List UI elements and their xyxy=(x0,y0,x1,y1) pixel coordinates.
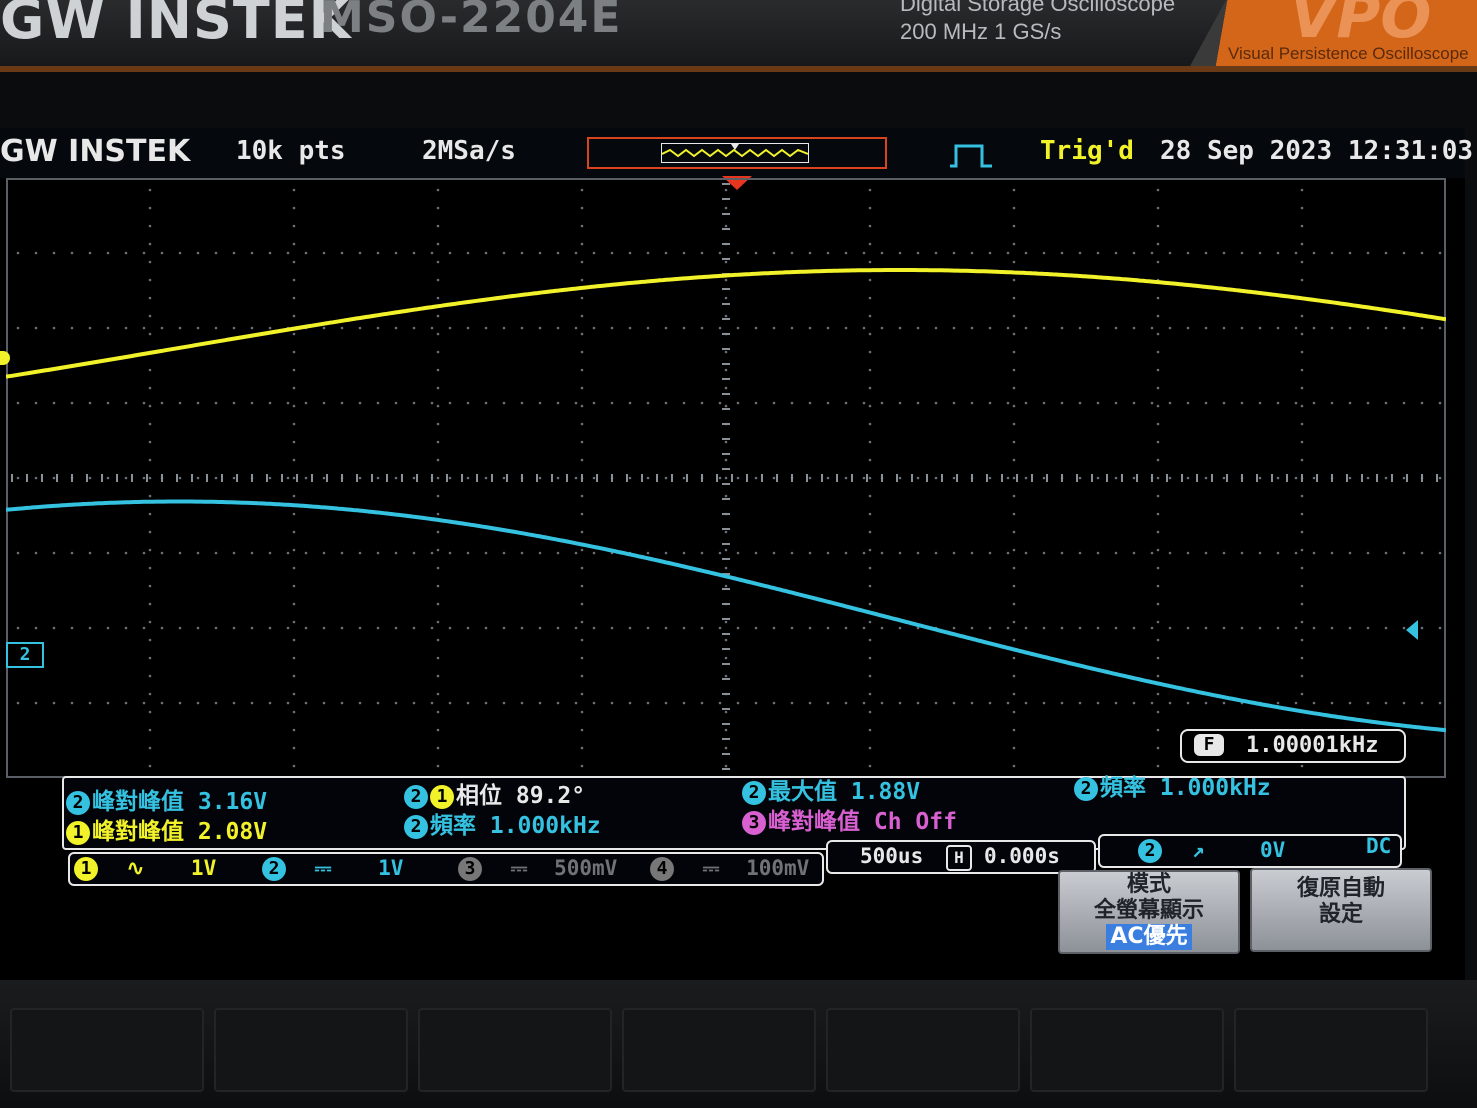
bezel-key-6[interactable] xyxy=(1030,1008,1224,1092)
softkey-mode-line2: 全螢幕顯示 xyxy=(1093,898,1204,923)
channel-4-badge: 4 xyxy=(650,857,674,881)
channel-2-badge: 2 xyxy=(1074,776,1098,801)
trigger-coupling: DC xyxy=(1366,834,1392,858)
trigger-level-marker[interactable] xyxy=(1406,620,1418,640)
trigger-level: 0V xyxy=(1260,838,1286,862)
device-bezel-bottom xyxy=(0,980,1477,1108)
dc-coupling-icon: ⎓ xyxy=(510,856,528,880)
record-length: 10k pts xyxy=(236,136,346,166)
measure-ch3-pkpk: 3 峰對峰值 Ch Off xyxy=(742,802,957,836)
channel-2-badge: 2 xyxy=(66,790,90,815)
ac-coupling-icon: ∿ xyxy=(126,856,145,880)
bezel-key-5[interactable] xyxy=(826,1008,1020,1092)
measure-value: 1.000kHz xyxy=(1159,775,1271,801)
channel-3-badge: 3 xyxy=(742,810,766,835)
measure-ch2-frequency-2: 2 頻率 1.000kHz xyxy=(1074,768,1271,802)
measure-ch2-pkpk: 2 峰對峰值 3.16V xyxy=(66,782,267,816)
channel-2-badge: 2 xyxy=(404,784,428,809)
ch1-setting[interactable]: 1 ∿ 1V xyxy=(74,856,216,881)
timebase-scale: 500us xyxy=(860,844,924,868)
ch1-scale: 1V xyxy=(190,856,217,880)
bezel-key-7[interactable] xyxy=(1234,1008,1428,1092)
frequency-counter: F 1.00001kHz xyxy=(1180,729,1406,763)
measure-ch1-pkpk: 1 峰對峰值 2.08V xyxy=(66,812,267,846)
channel-1-badge: 1 xyxy=(74,857,98,881)
measure-value: Ch Off xyxy=(873,809,957,835)
bezel-key-1[interactable] xyxy=(10,1008,204,1092)
memory-overview-bar xyxy=(587,137,887,169)
trigger-status: Trig'd xyxy=(1040,136,1134,166)
measure-value: 2.08V xyxy=(197,819,268,845)
channel-2-badge: 2 xyxy=(742,780,766,805)
counter-value: 1.00001kHz xyxy=(1246,733,1379,758)
counter-icon: F xyxy=(1194,734,1224,756)
channel-settings-bar: 1 ∿ 1V 2 ⎓ 1V 3 ⎓ 500mV 4 ⎓ 100mV xyxy=(68,852,824,886)
bezel-accent-strip xyxy=(0,66,1477,72)
device-bezel-top: GW INSTEK MSO-2204E Digital Storage Osci… xyxy=(0,0,1477,70)
ch3-scale: 500mV xyxy=(554,856,618,880)
ch2-setting[interactable]: 2 ⎓ 1V xyxy=(262,856,403,881)
timebase-settings[interactable]: 500us H 0.000s xyxy=(826,840,1096,874)
softkey-display-mode[interactable]: 模式 全螢幕顯示 AC優先 xyxy=(1058,870,1240,954)
ch2-waveform xyxy=(6,499,1446,733)
trigger-source-badge: 2 xyxy=(1138,839,1162,863)
measure-ch2-frequency: 2 頻率 1.000kHz xyxy=(404,806,601,840)
channel-2-badge: 2 xyxy=(404,814,428,839)
measure-ch2-max: 2 最大值 1.88V xyxy=(742,772,920,806)
graticule-grid xyxy=(6,178,1446,778)
ch2-scale: 1V xyxy=(378,856,404,880)
softkey-autoset-restore[interactable]: 復原自動 設定 xyxy=(1250,868,1432,952)
oscilloscope-screen: GW INSTEK 10k pts 2MSa/s Trig'd 28 Sep 2… xyxy=(0,128,1473,980)
softkey-mode-line1: 模式 xyxy=(1126,872,1171,897)
measure-label: 峰對峰值 xyxy=(92,819,184,845)
ch4-scale: 100mV xyxy=(746,856,810,880)
memory-overview-window xyxy=(661,143,809,163)
channel-3-badge: 3 xyxy=(458,857,482,881)
waveform-display xyxy=(6,178,1446,778)
channel-2-badge: 2 xyxy=(262,857,286,881)
bezel-key-4[interactable] xyxy=(622,1008,816,1092)
measure-label: 頻率 xyxy=(430,813,476,839)
ch1-waveform xyxy=(6,268,1446,379)
channel-1-badge: 1 xyxy=(66,820,90,845)
trigger-type-icon xyxy=(950,144,992,168)
vpo-caption: Visual Persistence Oscilloscope xyxy=(1228,44,1469,63)
screen-logo: GW INSTEK xyxy=(0,134,191,169)
timebase-position: 0.000s xyxy=(984,844,1060,868)
device-description: Digital Storage Oscilloscope 200 MHz 1 G… xyxy=(900,0,1175,46)
ch4-setting[interactable]: 4 ⎓ 100mV xyxy=(650,856,809,881)
dc-coupling-icon: ⎓ xyxy=(702,856,720,880)
model-name: MSO-2204E xyxy=(320,0,623,43)
softkey-mode-line3: AC優先 xyxy=(1106,924,1192,950)
device-description-line1: Digital Storage Oscilloscope xyxy=(900,0,1176,16)
measure-label: 峰對峰值 xyxy=(768,809,860,835)
trigger-slope-icon: ↗ xyxy=(1192,838,1205,862)
ch3-setting[interactable]: 3 ⎓ 500mV xyxy=(458,856,617,881)
ch2-ground-marker[interactable]: 2 xyxy=(6,642,44,668)
brand-logo: GW INSTEK xyxy=(0,0,352,51)
overview-wave-icon xyxy=(661,144,809,158)
bezel-key-3[interactable] xyxy=(418,1008,612,1092)
trigger-settings[interactable]: 2 ↗ 0V DC xyxy=(1098,834,1402,868)
measure-value: 1.000kHz xyxy=(489,813,601,839)
measure-phase: 2 1 相位 89.2° xyxy=(404,776,585,810)
bezel-key-2[interactable] xyxy=(214,1008,408,1092)
channel-1-badge: 1 xyxy=(430,784,454,809)
measure-label: 頻率 xyxy=(1100,775,1146,801)
sample-rate: 2MSa/s xyxy=(422,136,516,166)
status-bar: GW INSTEK 10k pts 2MSa/s Trig'd 28 Sep 2… xyxy=(0,128,1473,178)
device-description-line2: 200 MHz 1 GS/s xyxy=(900,19,1062,44)
softkey-default-line2: 設定 xyxy=(1318,902,1363,927)
softkey-default-line1: 復原自動 xyxy=(1296,876,1385,901)
dc-coupling-icon: ⎓ xyxy=(314,856,332,880)
horizontal-position-icon: H xyxy=(946,845,972,871)
date-time: 28 Sep 2023 12:31:03 xyxy=(1160,136,1474,166)
